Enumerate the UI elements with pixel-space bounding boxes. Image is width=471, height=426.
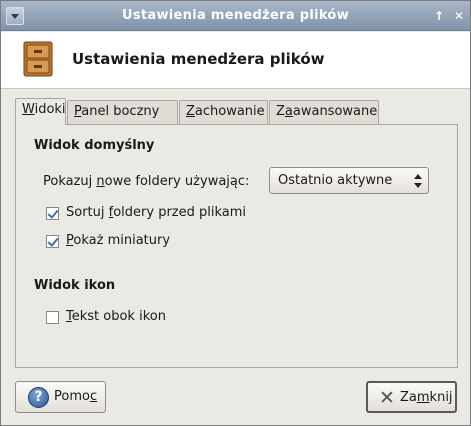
help-button-label: Pomoc bbox=[54, 389, 97, 404]
raise-window-icon[interactable]: ↑ bbox=[431, 8, 447, 24]
sort-folders-checkbox[interactable] bbox=[46, 207, 59, 220]
tab-behavior[interactable]: Zachowanie bbox=[179, 100, 268, 124]
title-bar[interactable]: Ustawienia menedżera plików ↑ ✕ bbox=[1, 1, 470, 31]
file-cabinet-icon bbox=[23, 41, 53, 77]
tab-advanced[interactable]: Zaawansowane bbox=[269, 100, 379, 124]
label-part: owe foldery używając: bbox=[104, 174, 250, 189]
label-mnemonic: n bbox=[96, 174, 105, 189]
combo-arrows-icon bbox=[414, 174, 423, 188]
settings-window: Ustawienia menedżera plików ↑ ✕ Ustawien… bbox=[0, 0, 471, 426]
text-beside-icons-checkbox[interactable] bbox=[46, 311, 59, 324]
dialog-title: Ustawienia menedżera plików bbox=[72, 50, 325, 68]
tab-views[interactable]: Widoki bbox=[15, 98, 66, 125]
close-window-icon[interactable]: ✕ bbox=[451, 8, 467, 24]
section-title-default-view: Widok domyślny bbox=[34, 138, 155, 153]
tab-label-part: awansowane bbox=[292, 104, 378, 119]
sort-folders-label: Sortuj foldery przed plikami bbox=[66, 205, 246, 220]
window-title: Ustawienia menedżera plików bbox=[122, 8, 349, 23]
tab-mnemonic: Z bbox=[186, 104, 195, 119]
label-part: knij bbox=[429, 390, 453, 405]
tab-mnemonic: W bbox=[22, 102, 35, 117]
label-part: Za bbox=[400, 390, 417, 405]
close-icon: ✕ bbox=[379, 387, 395, 409]
combo-selected-value: Ostatnio aktywne bbox=[278, 173, 393, 188]
label-part: ekst obok ikon bbox=[71, 309, 166, 324]
label-part: Pokazuj bbox=[43, 174, 97, 189]
show-thumbnails-label: Pokaż miniatury bbox=[66, 233, 170, 248]
close-button-label: Zamknij bbox=[400, 390, 453, 405]
label-mnemonic: c bbox=[89, 389, 98, 404]
section-title-icon-view: Widok ikon bbox=[34, 278, 116, 293]
new-folders-label: Pokazuj nowe foldery używając: bbox=[43, 174, 249, 189]
dialog-header: Ustawienia menedżera plików bbox=[1, 32, 470, 89]
help-icon: ? bbox=[28, 387, 49, 408]
label-part: oldery przed plikami bbox=[113, 205, 247, 220]
label-part: okaż miniatury bbox=[73, 233, 171, 248]
text-beside-icons-label: Tekst obok ikon bbox=[66, 309, 166, 324]
view-mode-combo[interactable]: Ostatnio aktywne bbox=[269, 167, 429, 194]
help-button[interactable]: ? Pomoc bbox=[15, 381, 106, 413]
tab-label-part: idoki bbox=[34, 102, 66, 117]
tab-mnemonic: a bbox=[284, 104, 293, 119]
tab-label-part: anel boczny bbox=[81, 104, 160, 119]
label-mnemonic: m bbox=[416, 390, 430, 405]
show-thumbnails-checkbox[interactable] bbox=[46, 235, 59, 248]
close-button[interactable]: ✕ Zamknij bbox=[366, 381, 457, 413]
tab-panel-views: Widok domyślny Pokazuj nowe foldery używ… bbox=[15, 124, 458, 368]
tab-label-part: achowanie bbox=[194, 104, 265, 119]
label-part: Sortuj bbox=[66, 205, 109, 220]
label-part: Pomo bbox=[54, 389, 90, 404]
tab-side-panel[interactable]: Panel boczny bbox=[67, 100, 178, 124]
tab-label-part: Z bbox=[276, 104, 285, 119]
